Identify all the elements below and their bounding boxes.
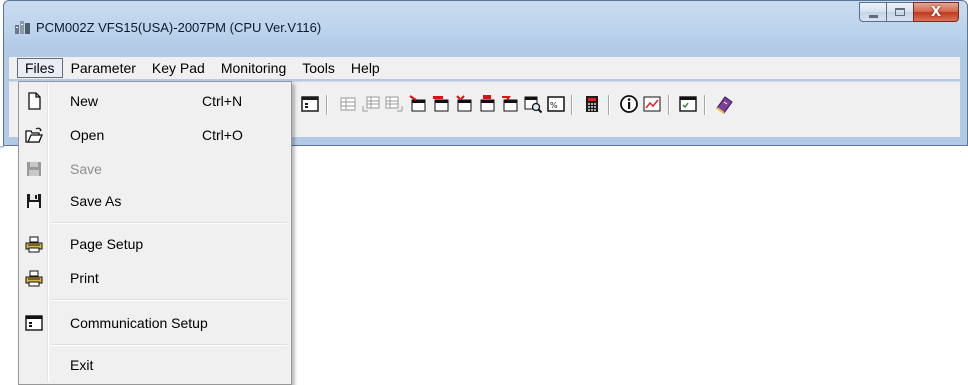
- menu-item-new[interactable]: New Ctrl+N: [21, 87, 289, 115]
- maximize-icon: [895, 8, 905, 16]
- communication-setup-icon[interactable]: [300, 94, 320, 114]
- svg-text:%: %: [550, 101, 558, 110]
- menu-item-shortcut: Ctrl+O: [202, 127, 243, 143]
- menu-item-label: New: [70, 93, 99, 109]
- menu-key-pad[interactable]: Key Pad: [144, 58, 213, 78]
- menu-item-page-setup[interactable]: Page Setup: [21, 230, 289, 258]
- close-button[interactable]: X: [913, 2, 959, 22]
- param-table-icon-3[interactable]: [454, 94, 474, 114]
- window-title: PCM002Z VFS15(USA)-2007PM (CPU Ver.V116): [36, 20, 322, 35]
- new-file-icon: [28, 92, 41, 110]
- grid-write-icon[interactable]: [384, 94, 404, 114]
- menu-item-exit[interactable]: Exit: [21, 351, 289, 379]
- menu-item-save-as[interactable]: Save As: [21, 187, 289, 215]
- toolbar-separator: [608, 95, 609, 115]
- files-menu: New Ctrl+N Open Ctrl+O Save Save As Page…: [18, 81, 292, 385]
- menu-tools[interactable]: Tools: [294, 58, 343, 78]
- save-as-disk-icon: [27, 194, 41, 208]
- menu-item-label: Communication Setup: [70, 315, 208, 331]
- page-setup-printer-icon: [25, 236, 43, 253]
- menu-item-shortcut: Ctrl+N: [202, 93, 243, 109]
- window-controls: X: [859, 2, 959, 22]
- book-icon[interactable]: [714, 94, 734, 114]
- menu-item-label: Page Setup: [70, 236, 144, 252]
- chart-icon[interactable]: [642, 94, 662, 114]
- param-table-icon-2[interactable]: [431, 94, 451, 114]
- percent-icon[interactable]: %: [546, 94, 566, 114]
- close-icon: X: [930, 4, 942, 20]
- menu-help[interactable]: Help: [343, 58, 388, 78]
- param-table-icon-5[interactable]: [500, 94, 520, 114]
- open-folder-icon: [25, 127, 43, 143]
- title-bar[interactable]: PCM002Z VFS15(USA)-2007PM (CPU Ver.V116)…: [4, 1, 967, 45]
- menu-item-label: Exit: [70, 357, 94, 373]
- app-icon[interactable]: [14, 19, 32, 35]
- menu-monitoring[interactable]: Monitoring: [213, 58, 294, 78]
- minimize-button[interactable]: [859, 2, 886, 22]
- toolbar-separator: [704, 95, 705, 115]
- menu-files[interactable]: Files: [17, 58, 63, 78]
- menu-bar: Files Parameter Key Pad Monitoring Tools…: [9, 57, 960, 79]
- toolbar-separator: [326, 95, 327, 115]
- menu-item-open[interactable]: Open Ctrl+O: [21, 121, 289, 149]
- menu-item-communication-setup[interactable]: Communication Setup: [21, 309, 289, 337]
- menu-item-print[interactable]: Print: [21, 264, 289, 292]
- menu-item-label: Save As: [70, 193, 122, 209]
- window-check-icon[interactable]: [678, 94, 698, 114]
- info-icon[interactable]: [619, 94, 639, 114]
- grid-read-icon[interactable]: [361, 94, 381, 114]
- menu-item-save[interactable]: Save: [21, 155, 289, 183]
- menu-separator: [50, 222, 287, 223]
- menu-item-label: Open: [70, 127, 105, 143]
- param-table-icon-1[interactable]: [408, 94, 428, 114]
- menu-separator: [50, 344, 287, 345]
- param-table-icon-4[interactable]: [477, 94, 497, 114]
- save-disk-icon: [27, 162, 41, 176]
- maximize-button[interactable]: [886, 2, 913, 22]
- minimize-icon: [868, 14, 878, 18]
- keypad-icon[interactable]: [582, 94, 602, 114]
- toolbar-separator: [571, 95, 572, 115]
- toolbar-separator: [668, 95, 669, 115]
- printer-icon: [25, 270, 43, 287]
- menu-item-label: Print: [70, 270, 99, 286]
- menu-separator: [50, 299, 287, 300]
- menu-item-label: Save: [70, 161, 102, 177]
- communication-setup-icon: [25, 315, 43, 331]
- grid-icon[interactable]: [338, 94, 358, 114]
- menu-parameter[interactable]: Parameter: [63, 58, 144, 78]
- search-table-icon[interactable]: [523, 94, 543, 114]
